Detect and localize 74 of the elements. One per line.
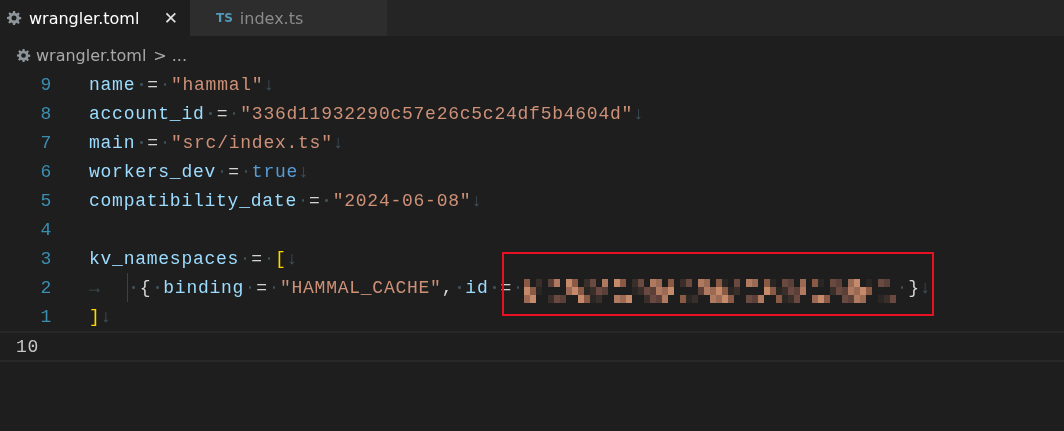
line-number: 6 (39, 161, 52, 182)
code-token: = (251, 248, 263, 269)
line-number: 4 (39, 219, 52, 240)
whitespace-dot (233, 112, 236, 115)
whitespace-dot (458, 286, 461, 289)
line-break-marker: ↓ (332, 132, 345, 153)
editor-tab[interactable]: wrangler.toml ✕ (0, 0, 190, 36)
code-token: "hammal" (170, 74, 264, 95)
code-token: [ (274, 248, 287, 269)
whitespace-dot (516, 286, 520, 289)
code-token: binding (163, 277, 245, 298)
code-token: = (216, 103, 229, 124)
line-break-marker: ↓ (298, 161, 310, 182)
whitespace-dot (267, 257, 271, 260)
line-break-marker: ↓ (263, 74, 275, 95)
code-token: compatibility_date (89, 190, 297, 211)
line-break-marker: ↓ (919, 277, 932, 298)
code-token: "2024-06-08" (332, 190, 472, 211)
code-token: ] (89, 306, 101, 327)
line-break-marker: ↓ (633, 103, 645, 124)
whitespace-dot (163, 141, 167, 144)
line-number: 7 (39, 132, 52, 153)
code-token: = (147, 74, 159, 95)
gear-icon (6, 10, 22, 26)
code-token: "HAMMAL_CACHE" (279, 277, 442, 298)
whitespace-dot (901, 286, 904, 289)
whitespace-dot (325, 199, 328, 202)
code-token: = (309, 190, 321, 211)
typescript-icon: TS (216, 11, 233, 25)
editor-tab[interactable]: TS index.ts (190, 0, 387, 36)
code-token: = (256, 277, 268, 298)
whitespace-dot (132, 286, 135, 289)
tab-marker: → (89, 277, 101, 298)
code-token: id (465, 277, 489, 298)
code-token: = (228, 161, 240, 182)
code-token: true (251, 161, 299, 182)
gear-icon (16, 47, 31, 63)
code-token: } (908, 277, 920, 298)
line-number: 8 (39, 103, 52, 124)
line-number: 2 (39, 277, 52, 298)
code-token: account_id (89, 103, 205, 124)
line-break-marker: ↓ (286, 248, 299, 269)
whitespace-dot (209, 112, 212, 115)
code-token: kv_namespaces (89, 248, 240, 269)
code-token: workers_dev (89, 161, 217, 182)
whitespace-dot (140, 141, 143, 144)
breadcrumb-separator: > (153, 45, 167, 65)
whitespace-dot (244, 170, 248, 173)
code-token: "src/index.ts" (170, 132, 333, 153)
line-number: 9 (39, 74, 52, 95)
breadcrumb-item[interactable]: ... (171, 45, 187, 65)
whitespace-dot (163, 83, 167, 86)
whitespace-dot (220, 170, 224, 173)
line-number: 5 (39, 190, 52, 211)
code-token: { (139, 277, 152, 298)
code-token: "336d11932290c57e26c5c24df5b4604d" (240, 103, 634, 124)
close-button[interactable]: ✕ (163, 8, 178, 28)
whitespace-dot (301, 199, 305, 202)
line-number: 10 (15, 336, 41, 357)
whitespace-dot (244, 257, 247, 260)
whitespace-dot (493, 286, 496, 289)
line-number: 1 (39, 306, 52, 327)
whitespace-dot (156, 286, 159, 289)
breadcrumb-item[interactable]: wrangler.toml (36, 45, 147, 65)
code-token: name (89, 74, 136, 95)
code-token: main (89, 132, 136, 153)
code-token: = (147, 132, 159, 153)
whitespace-dot (249, 286, 252, 289)
whitespace-dot (272, 286, 276, 289)
line-break-marker: ↓ (471, 190, 483, 211)
line-break-marker: ↓ (100, 306, 113, 327)
code-token: , (441, 277, 454, 298)
line-number: 3 (39, 248, 52, 269)
whitespace-dot (140, 83, 143, 86)
